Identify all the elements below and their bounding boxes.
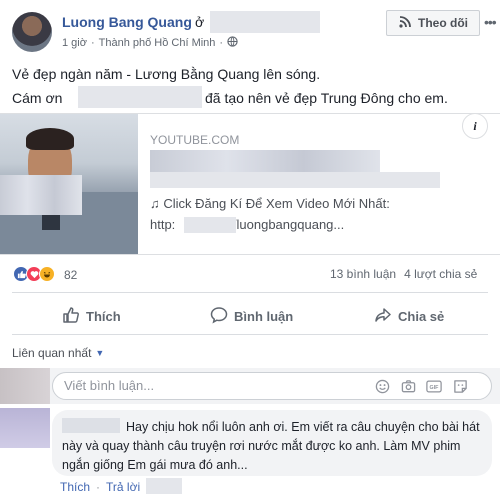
globe-icon: [227, 36, 238, 50]
link-url: http: t/luongbangquang...: [150, 217, 344, 232]
comment-actions-separator: ·: [96, 480, 101, 494]
like-label: Thích: [86, 309, 121, 324]
rss-icon: [398, 15, 412, 32]
emoji-icon[interactable]: [374, 378, 390, 394]
post-stats: 13 bình luận 4 lượt chia sẻ: [330, 267, 477, 281]
divider-2: [12, 334, 488, 335]
thumbs-up-icon: [62, 306, 80, 327]
comment-filter-label: Liên quan nhất: [12, 346, 92, 360]
link-source: YOUTUBE.COM: [150, 133, 240, 147]
follow-label: Theo dõi: [418, 16, 468, 30]
post-text-line-2-end: đã tạo nên vẻ đẹp Trung Đông cho em.: [205, 90, 448, 106]
share-label: Chia sẻ: [398, 309, 445, 324]
redacted-url-part: [184, 217, 236, 233]
redacted-page-name: [210, 11, 320, 33]
comment-button[interactable]: Bình luận: [210, 306, 293, 327]
redacted-comment-time: [146, 478, 182, 494]
more-options-icon[interactable]: •••: [484, 14, 497, 30]
comment-actions: Thích · Trả lời: [60, 480, 140, 494]
post-text-line-2-start: Cám ơn: [12, 90, 63, 106]
follow-button[interactable]: Theo dõi: [386, 10, 480, 36]
link-url-end: t/luongbangquang...: [229, 217, 345, 232]
author-avatar[interactable]: [12, 12, 52, 52]
author-suffix: ở: [195, 14, 205, 30]
divider: [12, 292, 488, 293]
post-meta: 1 giờ · Thành phố Hồ Chí Minh ·: [62, 36, 238, 50]
comment-text: Hay chịu hok nổi luôn anh ơi. Em viết ra…: [62, 418, 482, 475]
comment-bubble-icon: [210, 306, 228, 327]
comment-body: Hay chịu hok nổi luôn anh ơi. Em viết ra…: [62, 420, 480, 472]
sticker-icon[interactable]: [452, 378, 468, 394]
redacted-thumbnail-overlay: [0, 175, 82, 215]
comment-reply-link[interactable]: Trả lời: [106, 480, 140, 494]
redacted-mention: [78, 86, 202, 108]
comment-count[interactable]: 13 bình luận: [330, 267, 396, 281]
comment-filter-dropdown[interactable]: Liên quan nhất ▼: [12, 346, 104, 360]
link-url-start: http:: [150, 217, 176, 232]
reaction-count[interactable]: 82: [64, 268, 77, 282]
info-icon[interactable]: i: [462, 113, 488, 139]
link-description: ♫ Click Đăng Kí Để Xem Video Mới Nhất:: [150, 196, 390, 211]
comment-input-icons: GIF: [374, 378, 468, 394]
share-count[interactable]: 4 lượt chia sẻ: [404, 267, 477, 281]
commenter-avatar[interactable]: [0, 408, 50, 448]
post-time[interactable]: 1 giờ: [62, 37, 87, 49]
gif-icon[interactable]: GIF: [426, 378, 442, 394]
redacted-link-title[interactable]: [150, 150, 380, 172]
comment-like-link[interactable]: Thích: [60, 480, 90, 494]
post-text-line-1: Vẻ đẹp ngàn năm - Lương Bằng Quang lên s…: [12, 66, 321, 82]
camera-icon[interactable]: [400, 378, 416, 394]
share-button[interactable]: Chia sẻ: [374, 306, 444, 327]
caret-down-icon: ▼: [95, 348, 105, 358]
redacted-link-title-2: [150, 172, 440, 188]
meta-separator: ·: [90, 37, 95, 49]
svg-text:GIF: GIF: [430, 385, 440, 391]
post-location[interactable]: Thành phố Hồ Chí Minh: [99, 37, 216, 49]
viewer-avatar: [0, 368, 50, 404]
meta-separator-2: ·: [219, 37, 224, 49]
author-name[interactable]: Luong Bang Quang: [62, 14, 192, 30]
like-button[interactable]: Thích: [62, 306, 121, 327]
comment-label: Bình luận: [234, 309, 294, 324]
haha-reaction-icon: [39, 266, 55, 282]
comment-input-placeholder[interactable]: Viết bình luận...: [64, 378, 154, 393]
share-arrow-icon: [374, 306, 392, 327]
reaction-icons[interactable]: [13, 266, 55, 282]
